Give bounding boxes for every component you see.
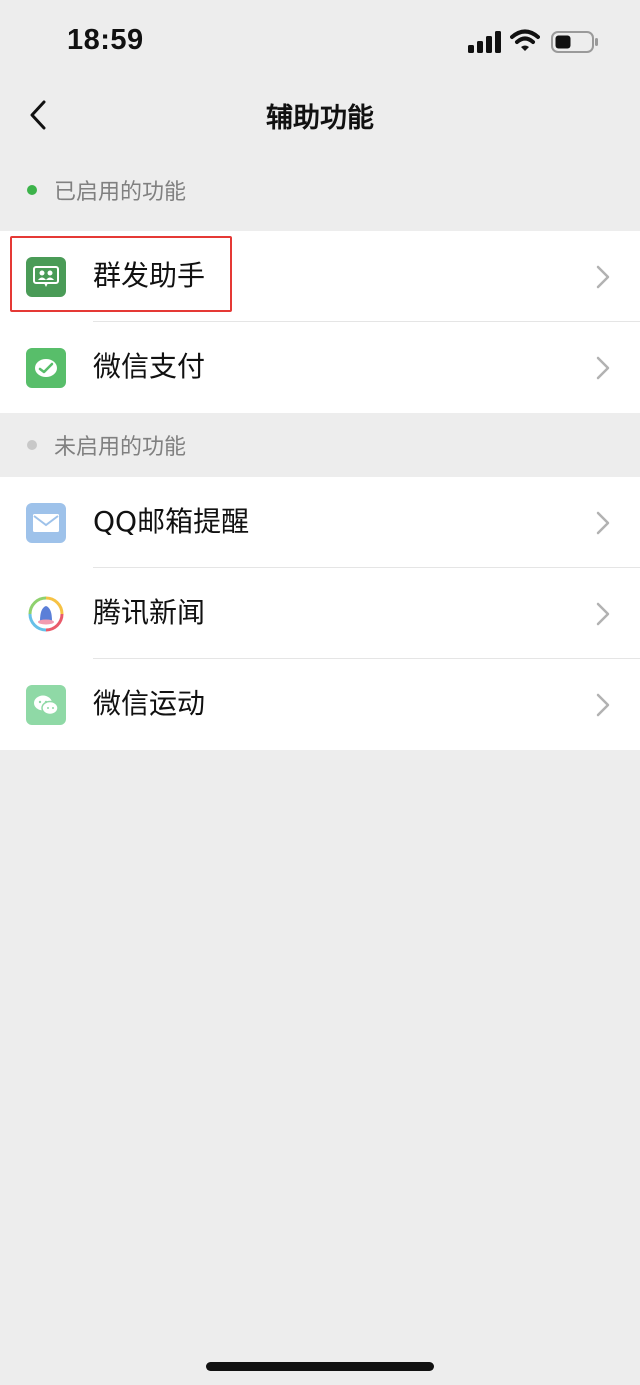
disabled-status-dot <box>27 440 37 450</box>
battery-icon <box>551 31 598 53</box>
list-item-label: 腾讯新闻 <box>93 596 206 629</box>
list-item-wechat-sports[interactable]: 微信运动 <box>0 659 640 750</box>
chevron-right-icon <box>596 265 610 289</box>
disabled-section-header: 未启用的功能 <box>0 413 640 477</box>
status-bar: 18:59 <box>0 0 640 86</box>
list-item-label: 群发助手 <box>93 259 206 292</box>
list-item-wechat-pay[interactable]: 微信支付 <box>0 322 640 413</box>
enabled-features-list: 群发助手 微信支付 <box>0 231 640 413</box>
list-item-qq-mail[interactable]: QQ邮箱提醒 <box>0 477 640 568</box>
list-item-tencent-news[interactable]: 腾讯新闻 <box>0 568 640 659</box>
mass-message-icon <box>26 257 66 297</box>
wechat-pay-icon <box>26 348 66 388</box>
status-time: 18:59 <box>67 24 144 56</box>
list-item-label: 微信运动 <box>93 687 206 720</box>
signal-icon <box>468 31 501 53</box>
list-item-mass-message[interactable]: 群发助手 <box>0 231 640 322</box>
chevron-right-icon <box>596 693 610 717</box>
disabled-section-label: 未启用的功能 <box>54 435 187 460</box>
mail-icon <box>26 503 66 543</box>
tencent-news-icon <box>26 594 66 634</box>
page-title: 辅助功能 <box>266 103 374 134</box>
navigation-bar: 辅助功能 <box>0 86 640 144</box>
chevron-right-icon <box>596 511 610 535</box>
chevron-right-icon <box>596 602 610 626</box>
enabled-section-header: 已启用的功能 <box>0 158 640 222</box>
wifi-icon <box>510 29 540 51</box>
disabled-features-list: QQ邮箱提醒 腾讯新闻 微信运动 <box>0 477 640 750</box>
list-item-label: 微信支付 <box>93 350 206 383</box>
list-item-label: QQ邮箱提醒 <box>93 505 250 538</box>
enabled-section-label: 已启用的功能 <box>54 180 187 205</box>
chevron-right-icon <box>596 356 610 380</box>
enabled-status-dot <box>27 185 37 195</box>
home-indicator[interactable] <box>206 1362 434 1371</box>
wechat-sports-icon <box>26 685 66 725</box>
